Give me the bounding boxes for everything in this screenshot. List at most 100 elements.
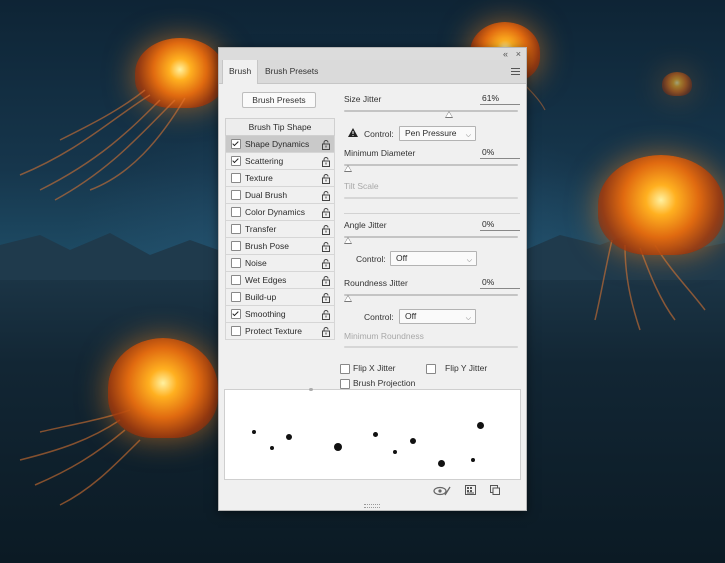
angle-control-select[interactable]: Off ⌵ [390,251,477,266]
tilt-scale-slider [344,197,518,199]
brush-option-shape-dynamics[interactable]: Shape Dynamics [225,136,335,153]
eye-brush-icon[interactable] [433,485,451,499]
option-label: Smoothing [245,309,286,319]
option-label: Texture [245,173,273,183]
angle-jitter-value[interactable]: 0% [480,218,520,231]
lock-icon[interactable] [321,241,331,252]
option-checkbox[interactable] [231,241,241,251]
option-label: Shape Dynamics [245,139,310,149]
preview-dot [477,422,484,429]
option-label: Wet Edges [245,275,287,285]
brush-option-noise[interactable]: Noise [225,255,335,272]
option-label: Protect Texture [245,326,303,336]
preview-dot [438,460,445,467]
lock-icon[interactable] [321,156,331,167]
flip-y-checkbox[interactable] [426,364,436,374]
grid-icon[interactable] [465,485,476,499]
close-icon[interactable]: × [516,48,521,60]
preview-dot [471,458,475,462]
option-checkbox[interactable] [231,156,241,166]
lock-icon[interactable] [321,139,331,150]
brush-panel: « × Brush Brush Presets Brush Presets Br… [218,47,527,511]
brush-option-texture[interactable]: Texture [225,170,335,187]
angle-jitter-thumb[interactable] [344,237,352,244]
resize-grip[interactable] [364,504,380,508]
lock-icon[interactable] [321,190,331,201]
angle-control-value: Off [396,253,408,263]
brush-option-brush-pose[interactable]: Brush Pose [225,238,335,255]
tab-brush-presets[interactable]: Brush Presets [259,60,324,83]
flip-x-checkbox[interactable] [340,364,350,374]
chevron-down-icon: ⌵ [465,132,471,139]
option-label: Dual Brush [245,190,288,200]
lock-icon[interactable] [321,309,331,320]
option-checkbox[interactable] [231,275,241,285]
chevron-down-icon: ⌵ [466,257,472,264]
brush-stroke-preview [224,388,521,480]
brush-option-wet-edges[interactable]: Wet Edges [225,272,335,289]
size-control-select[interactable]: Pen Pressure ⌵ [399,126,476,141]
new-preset-icon[interactable] [490,485,500,499]
angle-jitter-slider[interactable] [344,236,518,238]
option-label: Color Dynamics [245,207,305,217]
minimum-diameter-label: Minimum Diameter [344,148,416,158]
size-jitter-thumb[interactable] [445,111,454,118]
lock-icon[interactable] [321,258,331,269]
brush-tip-shape-item[interactable]: Brush Tip Shape [225,118,335,136]
option-label: Build-up [245,292,277,302]
chevron-down-icon: ⌵ [465,315,471,322]
lock-icon[interactable] [321,275,331,286]
brush-option-protect-texture[interactable]: Protect Texture [225,323,335,340]
size-control-label: Control: [364,129,394,139]
roundness-jitter-thumb[interactable] [344,295,352,302]
size-jitter-value[interactable]: 61% [480,92,520,105]
option-checkbox[interactable] [231,292,241,302]
brush-option-smoothing[interactable]: Smoothing [225,306,335,323]
minimum-diameter-slider[interactable] [344,164,518,166]
lock-icon[interactable] [321,173,331,184]
option-checkbox[interactable] [231,190,241,200]
roundness-jitter-label: Roundness Jitter [344,278,408,288]
roundness-jitter-slider[interactable] [344,294,518,296]
preview-dot [252,430,256,434]
brush-presets-button[interactable]: Brush Presets [242,92,316,108]
roundness-jitter-value[interactable]: 0% [480,276,520,289]
size-control-value: Pen Pressure [405,128,457,138]
minimum-diameter-value[interactable]: 0% [480,146,520,159]
brush-projection-checkbox[interactable] [340,379,350,389]
lock-icon[interactable] [321,326,331,337]
lock-icon[interactable] [321,224,331,235]
brush-option-dual-brush[interactable]: Dual Brush [225,187,335,204]
preview-dot [334,443,342,451]
roundness-control-label: Control: [364,312,394,322]
brush-option-scattering[interactable]: Scattering [225,153,335,170]
panel-titlebar[interactable]: « × [219,48,526,60]
lock-icon[interactable] [321,292,331,303]
size-jitter-slider[interactable] [344,110,518,112]
collapse-icon[interactable]: « [503,48,508,60]
brush-option-transfer[interactable]: Transfer [225,221,335,238]
option-checkbox[interactable] [231,139,241,149]
brush-option-color-dynamics[interactable]: Color Dynamics [225,204,335,221]
option-checkbox[interactable] [231,326,241,336]
roundness-control-select[interactable]: Off ⌵ [399,309,476,324]
option-checkbox[interactable] [231,309,241,319]
tab-brush[interactable]: Brush [222,60,259,84]
option-checkbox[interactable] [231,207,241,217]
option-checkbox[interactable] [231,173,241,183]
lock-icon[interactable] [321,207,331,218]
option-checkbox[interactable] [231,258,241,268]
brush-option-build-up[interactable]: Build-up [225,289,335,306]
angle-jitter-label: Angle Jitter [344,220,387,230]
jellyfish-bottom-left [108,338,218,438]
jellyfish-small-right [662,72,692,96]
minimum-diameter-thumb[interactable] [344,165,352,172]
preview-dot [373,432,378,437]
preview-dot [393,450,397,454]
size-jitter-label: Size Jitter [344,94,382,104]
roundness-control-value: Off [405,311,417,321]
flip-y-label: Flip Y Jitter [445,363,488,373]
minimum-roundness-label: Minimum Roundness [344,331,424,341]
panel-menu-icon[interactable] [511,68,520,75]
option-checkbox[interactable] [231,224,241,234]
